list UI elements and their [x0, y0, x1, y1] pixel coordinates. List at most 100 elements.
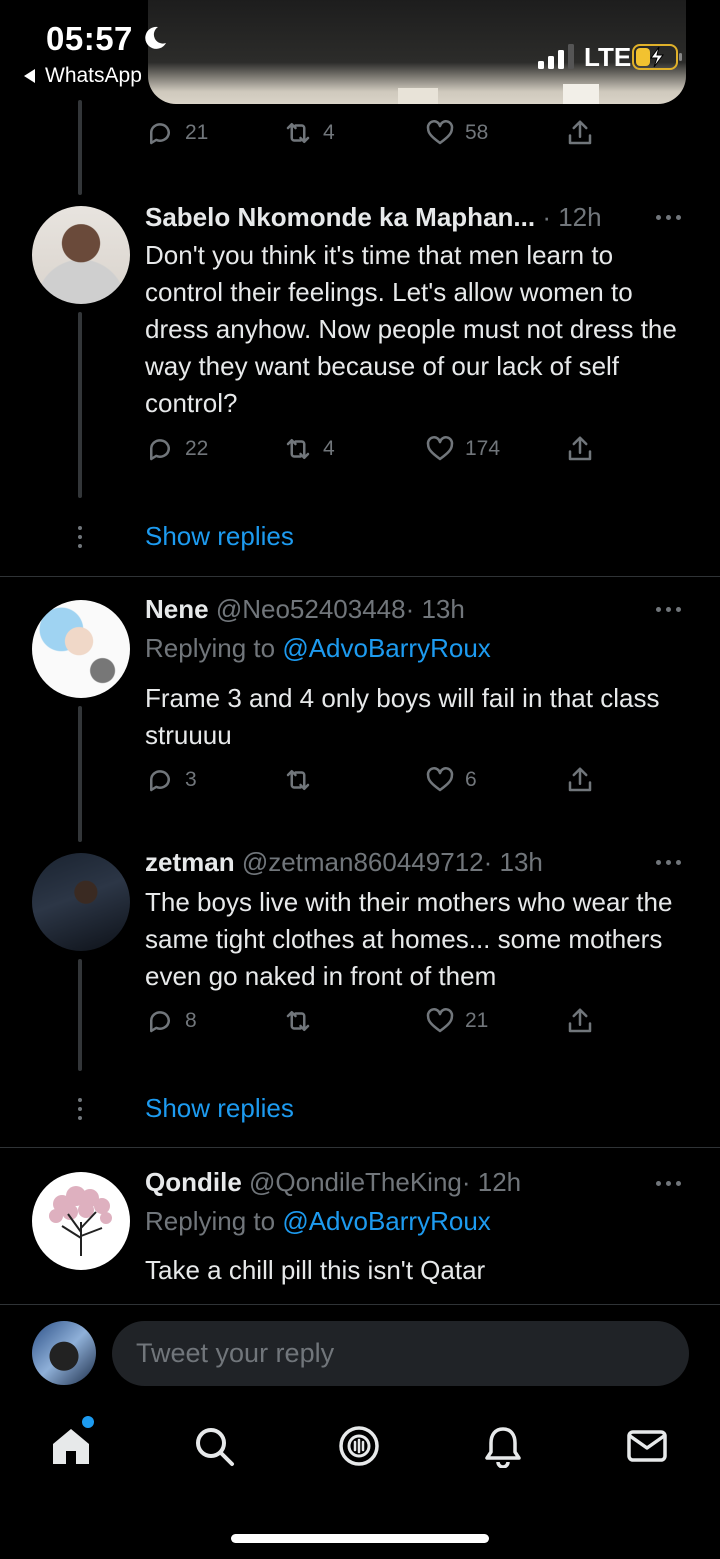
heart-icon [426, 1008, 454, 1033]
reply-action[interactable]: 3 [145, 765, 197, 795]
retweet-count: 4 [323, 121, 335, 144]
tab-spaces[interactable] [337, 1424, 381, 1468]
messages-icon [627, 1430, 667, 1462]
reply-input[interactable] [112, 1321, 689, 1386]
show-replies-link[interactable]: Show replies [145, 521, 294, 552]
author-name[interactable]: Nene [145, 594, 209, 624]
like-count: 174 [465, 437, 501, 460]
tweet-actions: 3 6 [145, 765, 605, 805]
tab-home[interactable] [49, 1424, 93, 1468]
new-content-dot [82, 1416, 94, 1428]
tree-image [49, 1186, 112, 1256]
tweet-header: Qondile @QondileTheKing· 12h [145, 1167, 521, 1198]
back-to-app-link[interactable]: WhatsApp [24, 64, 142, 88]
more-options-icon[interactable] [656, 857, 686, 867]
tweet-actions: 22 4 174 [145, 434, 605, 474]
home-indicator[interactable] [231, 1534, 489, 1543]
avatar[interactable] [32, 206, 130, 304]
tweet-time: · 12h [542, 202, 602, 232]
reply-action[interactable]: 22 [145, 434, 208, 464]
mention-link[interactable]: @AdvoBarryRoux [282, 1206, 490, 1236]
thread-connector [78, 312, 82, 498]
replying-label: Replying to [145, 1206, 276, 1236]
reply-icon [150, 770, 170, 792]
tweet-actions: 8 21 [145, 1006, 605, 1046]
tab-messages[interactable] [625, 1424, 669, 1468]
search-icon [196, 1428, 234, 1466]
author-name[interactable]: Qondile [145, 1167, 242, 1197]
more-options-icon[interactable] [656, 212, 686, 222]
tweet-text: The boys live with their mothers who wea… [145, 887, 673, 991]
more-options-icon[interactable] [656, 604, 686, 614]
reply-count: 3 [185, 768, 197, 791]
author-handle: @Neo52403448 [215, 594, 406, 624]
thread-connector [78, 706, 82, 842]
divider [0, 1147, 720, 1148]
mention-link[interactable]: @AdvoBarryRoux [282, 633, 490, 663]
back-arrow-icon [24, 69, 35, 83]
retweet-icon [286, 1011, 310, 1031]
retweet-icon [286, 439, 310, 459]
share-icon [568, 120, 592, 145]
tweet-actions: 21 4 58 [145, 118, 605, 158]
avatar[interactable] [32, 600, 130, 698]
author-name[interactable]: zetman [145, 847, 235, 877]
reply-count: 8 [185, 1009, 197, 1032]
tweet-time: · 13h [405, 594, 465, 624]
status-bar: 05:57 WhatsApp LTE [0, 0, 720, 104]
tweet-header: Sabelo Nkomonde ka Maphan... · 12h [145, 202, 602, 233]
avatar[interactable] [32, 853, 130, 951]
tweet-time: · 12h [461, 1167, 522, 1197]
tweet-text: Don't you think it's time that men learn… [145, 240, 677, 418]
tweet-time: · 13h [483, 847, 543, 877]
back-app-label: WhatsApp [45, 64, 142, 87]
reply-icon [150, 439, 170, 461]
notifications-icon [485, 1427, 521, 1469]
like-count: 6 [465, 768, 477, 791]
tab-search[interactable] [192, 1424, 236, 1468]
share-action[interactable] [565, 765, 595, 795]
retweet-action[interactable] [283, 765, 313, 795]
retweet-icon [286, 770, 310, 790]
heart-icon [426, 767, 454, 792]
tweet-text: Frame 3 and 4 only boys will fail in tha… [145, 683, 660, 750]
spaces-icon [339, 1426, 379, 1466]
retweet-icon [286, 123, 310, 143]
tweet-header: zetman @zetman860449712· 13h [145, 847, 543, 878]
like-action[interactable]: 21 [425, 1006, 488, 1036]
retweet-action[interactable] [283, 1006, 313, 1036]
retweet-action[interactable]: 4 [283, 118, 335, 148]
replying-label: Replying to [145, 633, 276, 663]
share-action[interactable] [565, 1006, 595, 1036]
thread-dots [76, 1098, 84, 1120]
like-action[interactable]: 6 [425, 765, 477, 795]
avatar[interactable] [32, 1172, 130, 1270]
reply-action[interactable]: 8 [145, 1006, 197, 1036]
tab-notifications[interactable] [481, 1424, 525, 1469]
show-replies-link[interactable]: Show replies [145, 1093, 294, 1124]
share-action[interactable] [565, 118, 595, 148]
replying-to: Replying to @AdvoBarryRoux [145, 1206, 491, 1237]
tweet-header: Nene @Neo52403448· 13h [145, 594, 465, 625]
share-icon [568, 436, 592, 461]
like-count: 21 [465, 1009, 489, 1032]
thread-connector [78, 959, 82, 1071]
like-count: 58 [465, 121, 489, 144]
heart-icon [426, 436, 454, 461]
retweet-action[interactable]: 4 [283, 434, 335, 464]
more-options-icon[interactable] [656, 1178, 686, 1188]
share-action[interactable] [565, 434, 595, 464]
reply-bar [0, 1304, 720, 1400]
thread-dots [76, 526, 84, 548]
tweet-text: Take a chill pill this isn't Qatar [145, 1255, 486, 1285]
cellular-signal-icon [538, 44, 574, 69]
user-avatar[interactable] [32, 1321, 96, 1385]
like-action[interactable]: 174 [425, 434, 500, 464]
reply-icon [150, 123, 170, 145]
reply-action[interactable]: 21 [145, 118, 208, 148]
author-name[interactable]: Sabelo Nkomonde ka Maphan... [145, 202, 535, 232]
like-action[interactable]: 58 [425, 118, 488, 148]
reply-count: 22 [185, 437, 209, 460]
battery-charging-icon [632, 44, 682, 70]
reply-icon [150, 1011, 170, 1033]
